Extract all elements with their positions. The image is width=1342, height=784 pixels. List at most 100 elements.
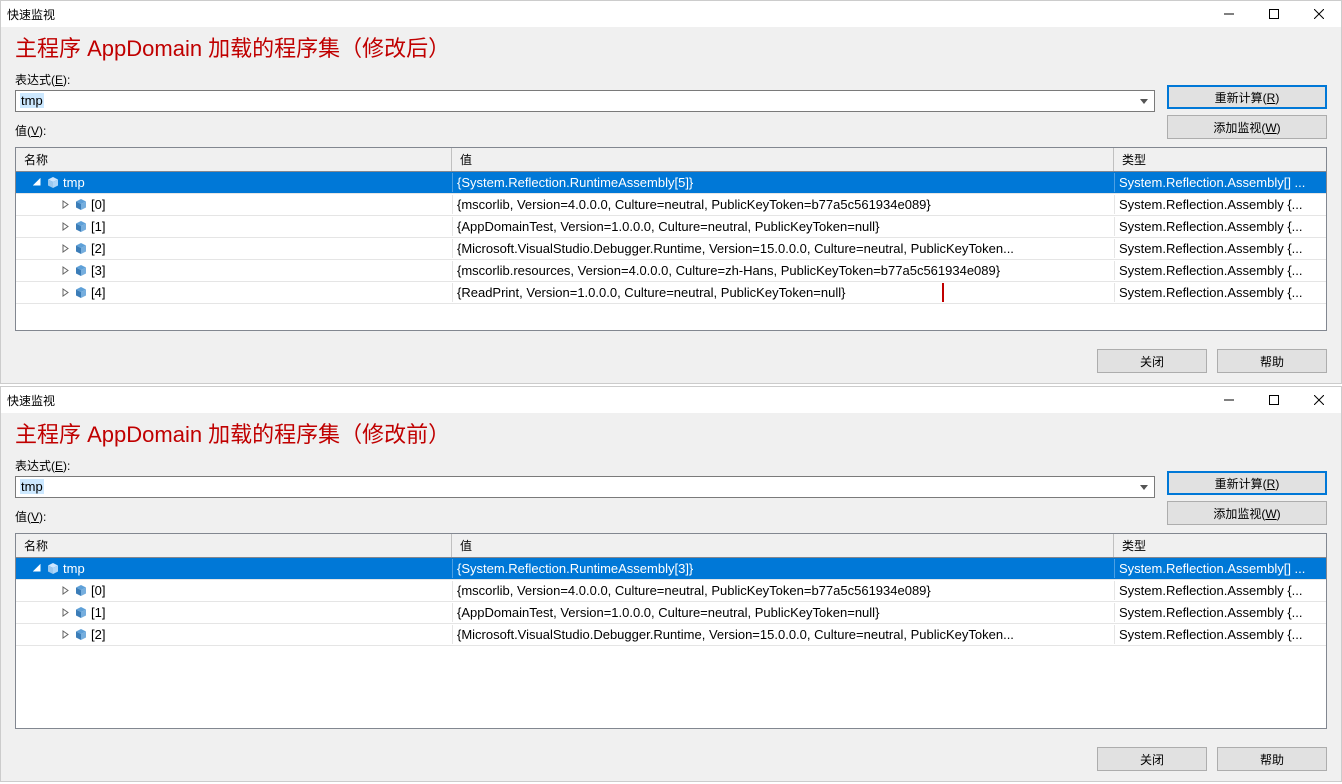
- value-cell: {Microsoft.VisualStudio.Debugger.Runtime…: [452, 625, 1114, 644]
- object-icon: [45, 562, 61, 576]
- row-value: {Microsoft.VisualStudio.Debugger.Runtime…: [457, 241, 1014, 256]
- row-value: {mscorlib, Version=4.0.0.0, Culture=neut…: [457, 583, 931, 598]
- help-button[interactable]: 帮助: [1217, 349, 1327, 373]
- row-type: System.Reflection.Assembly[] ...: [1119, 561, 1305, 576]
- minimize-button[interactable]: [1206, 390, 1251, 410]
- annotation-text: 主程序 AppDomain 加载的程序集（修改前）: [1, 413, 1341, 453]
- col-header-value[interactable]: 值: [452, 534, 1114, 557]
- table-row[interactable]: [1] {AppDomainTest, Version=1.0.0.0, Cul…: [16, 602, 1326, 624]
- value-cell: {mscorlib, Version=4.0.0.0, Culture=neut…: [452, 195, 1114, 214]
- expander-icon[interactable]: [60, 287, 71, 298]
- expander-icon[interactable]: [60, 199, 71, 210]
- row-name: [1]: [91, 219, 105, 234]
- close-button[interactable]: [1296, 390, 1341, 410]
- col-header-type[interactable]: 类型: [1114, 148, 1326, 171]
- table-row[interactable]: [0] {mscorlib, Version=4.0.0.0, Culture=…: [16, 580, 1326, 602]
- expression-input[interactable]: tmp: [15, 476, 1155, 498]
- type-cell: System.Reflection.Assembly {...: [1114, 581, 1326, 600]
- close-button[interactable]: [1296, 4, 1341, 24]
- row-type: System.Reflection.Assembly {...: [1119, 197, 1303, 212]
- grid-header: 名称 值 类型: [16, 148, 1326, 172]
- add-watch-button[interactable]: 添加监视(W): [1167, 501, 1327, 525]
- close-dialog-button[interactable]: 关闭: [1097, 747, 1207, 771]
- table-row[interactable]: [4] {ReadPrint, Version=1.0.0.0, Culture…: [16, 282, 1326, 304]
- object-icon: [45, 176, 61, 190]
- window-title: 快速监视: [7, 392, 55, 409]
- table-row[interactable]: [3] {mscorlib.resources, Version=4.0.0.0…: [16, 260, 1326, 282]
- row-value: {System.Reflection.RuntimeAssembly[3]}: [457, 561, 693, 576]
- titlebar: 快速监视: [1, 1, 1341, 27]
- expander-icon[interactable]: [60, 585, 71, 596]
- recalculate-button[interactable]: 重新计算(R): [1167, 85, 1327, 109]
- expander-icon[interactable]: [32, 177, 43, 188]
- value-cell: {ReadPrint, Version=1.0.0.0, Culture=neu…: [452, 283, 1114, 302]
- close-dialog-button[interactable]: 关闭: [1097, 349, 1207, 373]
- col-header-name[interactable]: 名称: [16, 148, 452, 171]
- row-value: {AppDomainTest, Version=1.0.0.0, Culture…: [457, 605, 879, 620]
- value-cell: {mscorlib, Version=4.0.0.0, Culture=neut…: [452, 581, 1114, 600]
- row-value: {mscorlib.resources, Version=4.0.0.0, Cu…: [457, 263, 1000, 278]
- expander-icon[interactable]: [60, 243, 71, 254]
- name-cell: [4]: [16, 283, 452, 302]
- annotation-text: 主程序 AppDomain 加载的程序集（修改后）: [1, 27, 1341, 67]
- object-icon: [73, 198, 89, 212]
- type-cell: System.Reflection.Assembly {...: [1114, 239, 1326, 258]
- expression-input[interactable]: tmp: [15, 90, 1155, 112]
- value-label: 值(V):: [15, 504, 1155, 527]
- expression-dropdown[interactable]: [1135, 91, 1153, 111]
- value-cell: {AppDomainTest, Version=1.0.0.0, Culture…: [452, 603, 1114, 622]
- value-cell: {mscorlib.resources, Version=4.0.0.0, Cu…: [452, 261, 1114, 280]
- table-row[interactable]: [2] {Microsoft.VisualStudio.Debugger.Run…: [16, 238, 1326, 260]
- table-row[interactable]: tmp {System.Reflection.RuntimeAssembly[3…: [16, 558, 1326, 580]
- row-name: [1]: [91, 605, 105, 620]
- type-cell: System.Reflection.Assembly {...: [1114, 261, 1326, 280]
- row-name: [4]: [91, 285, 105, 300]
- table-row[interactable]: [2] {Microsoft.VisualStudio.Debugger.Run…: [16, 624, 1326, 646]
- help-button[interactable]: 帮助: [1217, 747, 1327, 771]
- expander-icon[interactable]: [60, 265, 71, 276]
- grid-header: 名称 值 类型: [16, 534, 1326, 558]
- row-name: [2]: [91, 241, 105, 256]
- name-cell: [1]: [16, 603, 452, 622]
- row-type: System.Reflection.Assembly {...: [1119, 263, 1303, 278]
- row-value: {ReadPrint, Version=1.0.0.0, Culture=neu…: [457, 285, 845, 300]
- maximize-button[interactable]: [1251, 390, 1296, 410]
- table-row[interactable]: tmp {System.Reflection.RuntimeAssembly[5…: [16, 172, 1326, 194]
- value-cell: {System.Reflection.RuntimeAssembly[3]}: [452, 559, 1114, 578]
- watch-grid: 名称 值 类型 tmp {System.Reflection.RuntimeAs…: [15, 533, 1327, 729]
- row-value: {Microsoft.VisualStudio.Debugger.Runtime…: [457, 627, 1014, 642]
- row-value: {System.Reflection.RuntimeAssembly[5]}: [457, 175, 693, 190]
- maximize-button[interactable]: [1251, 4, 1296, 24]
- expander-icon[interactable]: [60, 629, 71, 640]
- col-header-value[interactable]: 值: [452, 148, 1114, 171]
- object-icon: [73, 242, 89, 256]
- expression-dropdown[interactable]: [1135, 477, 1153, 497]
- type-cell: System.Reflection.Assembly {...: [1114, 217, 1326, 236]
- col-header-name[interactable]: 名称: [16, 534, 452, 557]
- value-label: 值(V):: [15, 118, 1155, 141]
- add-watch-button[interactable]: 添加监视(W): [1167, 115, 1327, 139]
- expander-icon[interactable]: [60, 607, 71, 618]
- recalculate-button[interactable]: 重新计算(R): [1167, 471, 1327, 495]
- row-name: [0]: [91, 197, 105, 212]
- col-header-type[interactable]: 类型: [1114, 534, 1326, 557]
- row-type: System.Reflection.Assembly {...: [1119, 285, 1303, 300]
- row-name: [3]: [91, 263, 105, 278]
- grid-body: tmp {System.Reflection.RuntimeAssembly[5…: [16, 172, 1326, 330]
- type-cell: System.Reflection.Assembly[] ...: [1114, 173, 1326, 192]
- row-type: System.Reflection.Assembly[] ...: [1119, 175, 1305, 190]
- table-row[interactable]: [0] {mscorlib, Version=4.0.0.0, Culture=…: [16, 194, 1326, 216]
- row-name: [2]: [91, 627, 105, 642]
- table-row[interactable]: [1] {AppDomainTest, Version=1.0.0.0, Cul…: [16, 216, 1326, 238]
- name-cell: [2]: [16, 239, 452, 258]
- row-value: {mscorlib, Version=4.0.0.0, Culture=neut…: [457, 197, 931, 212]
- row-type: System.Reflection.Assembly {...: [1119, 627, 1303, 642]
- name-cell: tmp: [16, 173, 452, 192]
- object-icon: [73, 584, 89, 598]
- expander-icon[interactable]: [32, 563, 43, 574]
- name-cell: [0]: [16, 581, 452, 600]
- minimize-button[interactable]: [1206, 4, 1251, 24]
- type-cell: System.Reflection.Assembly {...: [1114, 283, 1326, 302]
- expander-icon[interactable]: [60, 221, 71, 232]
- value-cell: {AppDomainTest, Version=1.0.0.0, Culture…: [452, 217, 1114, 236]
